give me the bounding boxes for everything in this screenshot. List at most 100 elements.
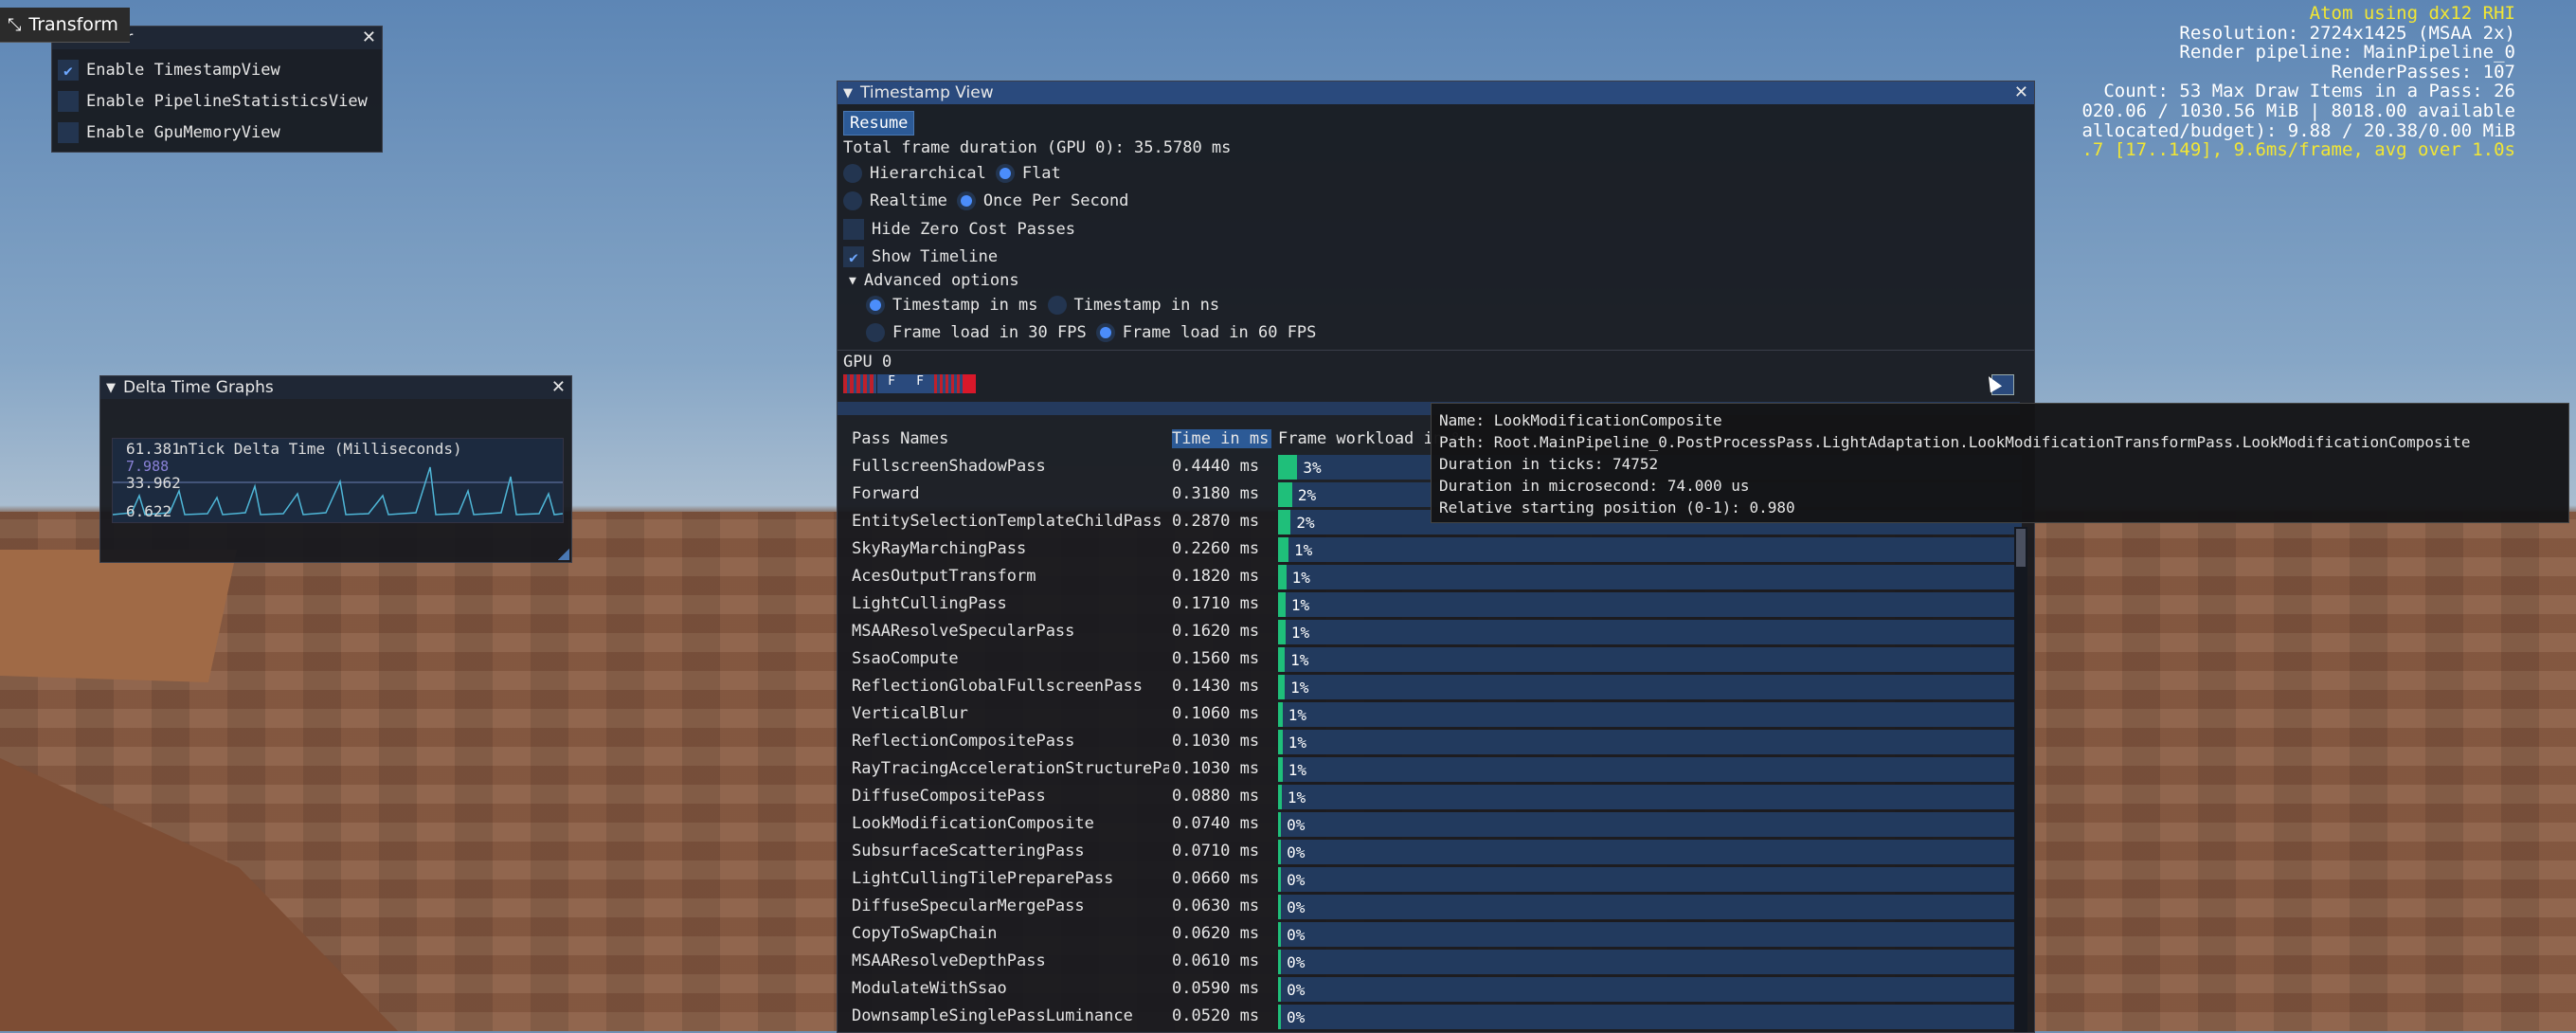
resize-grip-icon[interactable] — [558, 549, 569, 560]
column-header-pass-names[interactable]: Pass Names — [852, 429, 1169, 448]
checkbox-checked-icon: ✔ — [58, 60, 79, 81]
pass-name: SkyRayMarchingPass — [852, 539, 1027, 558]
workload-bar-fill — [1278, 840, 1282, 864]
checkbox-label: Enable GpuMemoryView — [86, 123, 280, 142]
collapse-triangle-icon[interactable]: ▼ — [106, 381, 116, 395]
workload-bar: 0% — [1278, 977, 2022, 1002]
column-header-time[interactable]: Time in ms — [1172, 429, 1271, 448]
radio-frame-load-30[interactable] — [866, 323, 885, 342]
timeline-segment[interactable]: F — [877, 374, 906, 393]
show-timeline-checkbox[interactable]: ✔ Show Timeline — [843, 246, 998, 267]
table-row[interactable]: LightCullingPass 0.1710 ms 1% — [838, 591, 2022, 619]
transform-label: Transform — [28, 14, 118, 35]
radio-realtime[interactable] — [843, 191, 862, 210]
tooltip-microseconds: Duration in microsecond: 74.000 us — [1439, 477, 1750, 495]
radio-timestamp-ns[interactable] — [1047, 296, 1067, 315]
table-row[interactable]: DownsampleSinglePassLuminance 0.0520 ms 0% — [838, 1004, 2022, 1031]
table-row[interactable]: LightCullingTilePreparePass 0.0660 ms 0% — [838, 866, 2022, 894]
workload-percent: 1% — [1290, 596, 1310, 614]
pass-time: 0.0710 ms — [1172, 842, 1260, 861]
workload-bar-fill — [1278, 510, 1291, 535]
scrollbar-track[interactable] — [2014, 527, 2027, 1032]
workload-bar-fill — [1278, 950, 1282, 974]
radio-once-per-second[interactable] — [956, 191, 976, 210]
workload-bar-fill — [1278, 675, 1286, 699]
timeline-segment[interactable] — [963, 374, 976, 393]
workload-percent: 1% — [1293, 541, 1313, 559]
pass-time: 0.1030 ms — [1172, 732, 1260, 751]
workload-percent: 1% — [1290, 679, 1309, 697]
pass-name: FullscreenShadowPass — [852, 457, 1046, 476]
collapse-triangle-icon[interactable]: ▼ — [843, 86, 853, 100]
timeline-segment[interactable] — [934, 374, 963, 393]
workload-bar-fill — [1278, 455, 1298, 480]
delta-time-plot: 61.381 nTick Delta Time (Milliseconds) 7… — [112, 438, 564, 523]
close-icon[interactable]: ✕ — [2014, 82, 2028, 102]
table-row[interactable]: RayTracingAccelerationStructurePass 0.103… — [838, 756, 2022, 784]
timeline-segment[interactable]: F — [906, 374, 934, 393]
checkbox-label: Enable TimestampView — [86, 61, 280, 80]
table-row[interactable]: LookModificationComposite 0.0740 ms 0% — [838, 811, 2022, 839]
workload-percent: 0% — [1287, 898, 1306, 916]
checkbox-unchecked-icon — [843, 219, 864, 240]
timeline-strip[interactable]: F F — [843, 374, 2014, 395]
table-row[interactable]: CopyToSwapChain 0.0620 ms 0% — [838, 921, 2022, 949]
pass-name: MSAAResolveDepthPass — [852, 951, 1046, 970]
enable-pipelinestatisticsview-checkbox[interactable]: Enable PipelineStatisticsView — [58, 91, 368, 112]
profiler-window: ofiler ✕ ✔ Enable TimestampView Enable P… — [51, 26, 383, 153]
scrollbar-thumb[interactable] — [2016, 529, 2026, 567]
timeline-segment[interactable] — [843, 374, 876, 393]
pass-time: 0.1430 ms — [1172, 677, 1260, 696]
workload-percent: 1% — [1288, 761, 1306, 779]
table-row[interactable]: ReflectionGlobalFullscreenPass 0.1430 ms 1… — [838, 674, 2022, 701]
workload-bar: 1% — [1278, 647, 2022, 672]
table-row[interactable]: DiffuseSpecularMergePass 0.0630 ms 0% — [838, 894, 2022, 921]
pass-name: SsaoCompute — [852, 649, 959, 668]
delta-graph-titlebar[interactable]: ▼ Delta Time Graphs ✕ — [100, 376, 571, 399]
table-row[interactable]: SkyRayMarchingPass 0.2260 ms 1% — [838, 536, 2022, 564]
radio-hierarchical[interactable] — [843, 164, 862, 183]
timestamp-titlebar[interactable]: ▼ Timestamp View ✕ — [838, 82, 2034, 104]
pass-name: LookModificationComposite — [852, 814, 1094, 833]
workload-bar-fill — [1278, 730, 1283, 754]
graph-avg-label: 7.988 — [126, 458, 170, 475]
radio-flat[interactable] — [995, 164, 1015, 183]
table-row[interactable]: ModulateWithSsao 0.0590 ms 0% — [838, 976, 2022, 1004]
delta-time-graphs-window: ▼ Delta Time Graphs ✕ 61.381 nTick Delta… — [99, 375, 572, 563]
table-row[interactable]: AcesOutputTransform 0.1820 ms 1% — [838, 564, 2022, 591]
table-row[interactable]: MSAAResolveDepthPass 0.0610 ms 0% — [838, 949, 2022, 976]
workload-bar: 0% — [1278, 950, 2022, 974]
table-row[interactable]: SsaoCompute 0.1560 ms 1% — [838, 646, 2022, 674]
workload-bar: 0% — [1278, 812, 2022, 837]
view-mode-radio-group: Hierarchical Flat — [843, 164, 1061, 183]
resume-button[interactable]: Resume — [843, 111, 915, 136]
pass-name: DiffuseCompositePass — [852, 787, 1046, 806]
table-row[interactable]: DiffuseCompositePass 0.0880 ms 1% — [838, 784, 2022, 811]
table-row[interactable]: ReflectionCompositePass 0.1030 ms 1% — [838, 729, 2022, 756]
pass-name: SubsurfaceScatteringPass — [852, 842, 1085, 861]
advanced-options-header[interactable]: ▼ Advanced options — [849, 271, 1019, 290]
transform-tab[interactable]: ⤡ Transform — [0, 8, 130, 43]
workload-percent: 1% — [1290, 624, 1310, 642]
hide-zero-cost-checkbox[interactable]: Hide Zero Cost Passes — [843, 219, 1075, 240]
workload-percent: 3% — [1303, 459, 1322, 477]
pass-name: EntitySelectionTemplateChildPass — [852, 512, 1162, 531]
enable-timestampview-checkbox[interactable]: ✔ Enable TimestampView — [58, 60, 280, 81]
pass-name: LightCullingPass — [852, 594, 1007, 613]
workload-percent: 1% — [1287, 788, 1306, 806]
workload-bar: 1% — [1278, 675, 2022, 699]
radio-label: Flat — [1021, 164, 1061, 183]
pass-time: 0.1560 ms — [1172, 649, 1260, 668]
table-row[interactable]: VerticalBlur 0.1060 ms 1% — [838, 701, 2022, 729]
table-row[interactable]: SubsurfaceScatteringPass 0.0710 ms 0% — [838, 839, 2022, 866]
workload-bar: 0% — [1278, 922, 2022, 947]
timestamp-view-window: ▼ Timestamp View ✕ Resume Total frame du… — [837, 81, 2035, 1033]
radio-timestamp-ms[interactable] — [866, 296, 885, 315]
enable-gpumemoryview-checkbox[interactable]: Enable GpuMemoryView — [58, 122, 280, 143]
workload-bar-fill — [1278, 537, 1288, 562]
radio-frame-load-60[interactable] — [1095, 323, 1115, 342]
table-row[interactable]: MSAAResolveSpecularPass 0.1620 ms 1% — [838, 619, 2022, 646]
close-icon[interactable]: ✕ — [551, 377, 566, 397]
close-icon[interactable]: ✕ — [362, 27, 376, 47]
workload-bar: 0% — [1278, 1005, 2022, 1029]
